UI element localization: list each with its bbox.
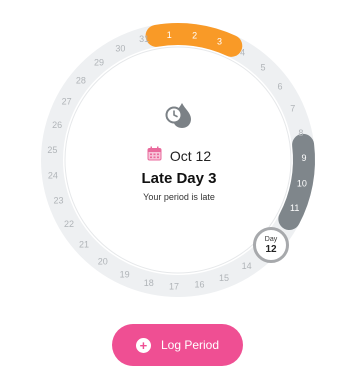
today-marker[interactable]: Day 12	[253, 227, 289, 263]
ring-day-label: 27	[62, 96, 72, 106]
ring-day-label: 5	[261, 63, 266, 73]
ring-day-label: 28	[76, 75, 86, 85]
ring-day-label: 30	[115, 43, 125, 53]
ring-day-label: 16	[194, 280, 204, 290]
ring-day-label: 19	[120, 270, 130, 280]
ring-day-label: 29	[94, 57, 104, 67]
ring-day-label: 8	[298, 128, 303, 138]
ring-day-label: 18	[144, 278, 154, 288]
log-period-label: Log Period	[160, 338, 220, 352]
ring-day-label: 31	[139, 34, 149, 44]
ring-day-label: 11	[290, 203, 299, 213]
log-period-button[interactable]: + Log Period	[112, 324, 243, 366]
status-title: Late Day 3	[141, 170, 217, 187]
ring-day-label: 20	[98, 257, 108, 267]
ring-day-label: 17	[169, 281, 179, 291]
ring-day-label: 2	[192, 31, 197, 41]
ring-day-label: 7	[290, 104, 295, 114]
date-row: Oct 12	[0, 146, 358, 166]
ring-day-label: 15	[219, 273, 229, 283]
status-subtitle: Your period is late	[143, 192, 215, 202]
today-marker-day: 12	[265, 243, 277, 255]
ring-day-label: 6	[278, 82, 283, 92]
ring-day-label: 14	[242, 261, 252, 271]
clock-drop-icon	[163, 100, 197, 135]
current-date: Oct 12	[169, 148, 212, 164]
ring-day-label: 22	[64, 219, 74, 229]
ring-day-label: 3	[217, 37, 222, 47]
calendar-icon	[147, 146, 162, 166]
ring-day-label: 4	[240, 47, 245, 57]
ring-day-label: 26	[52, 120, 62, 130]
today-marker-label: Day	[264, 235, 278, 243]
ring-day-label: 1	[167, 30, 172, 40]
plus-icon: +	[135, 337, 151, 353]
ring-day-label: 21	[79, 239, 89, 249]
